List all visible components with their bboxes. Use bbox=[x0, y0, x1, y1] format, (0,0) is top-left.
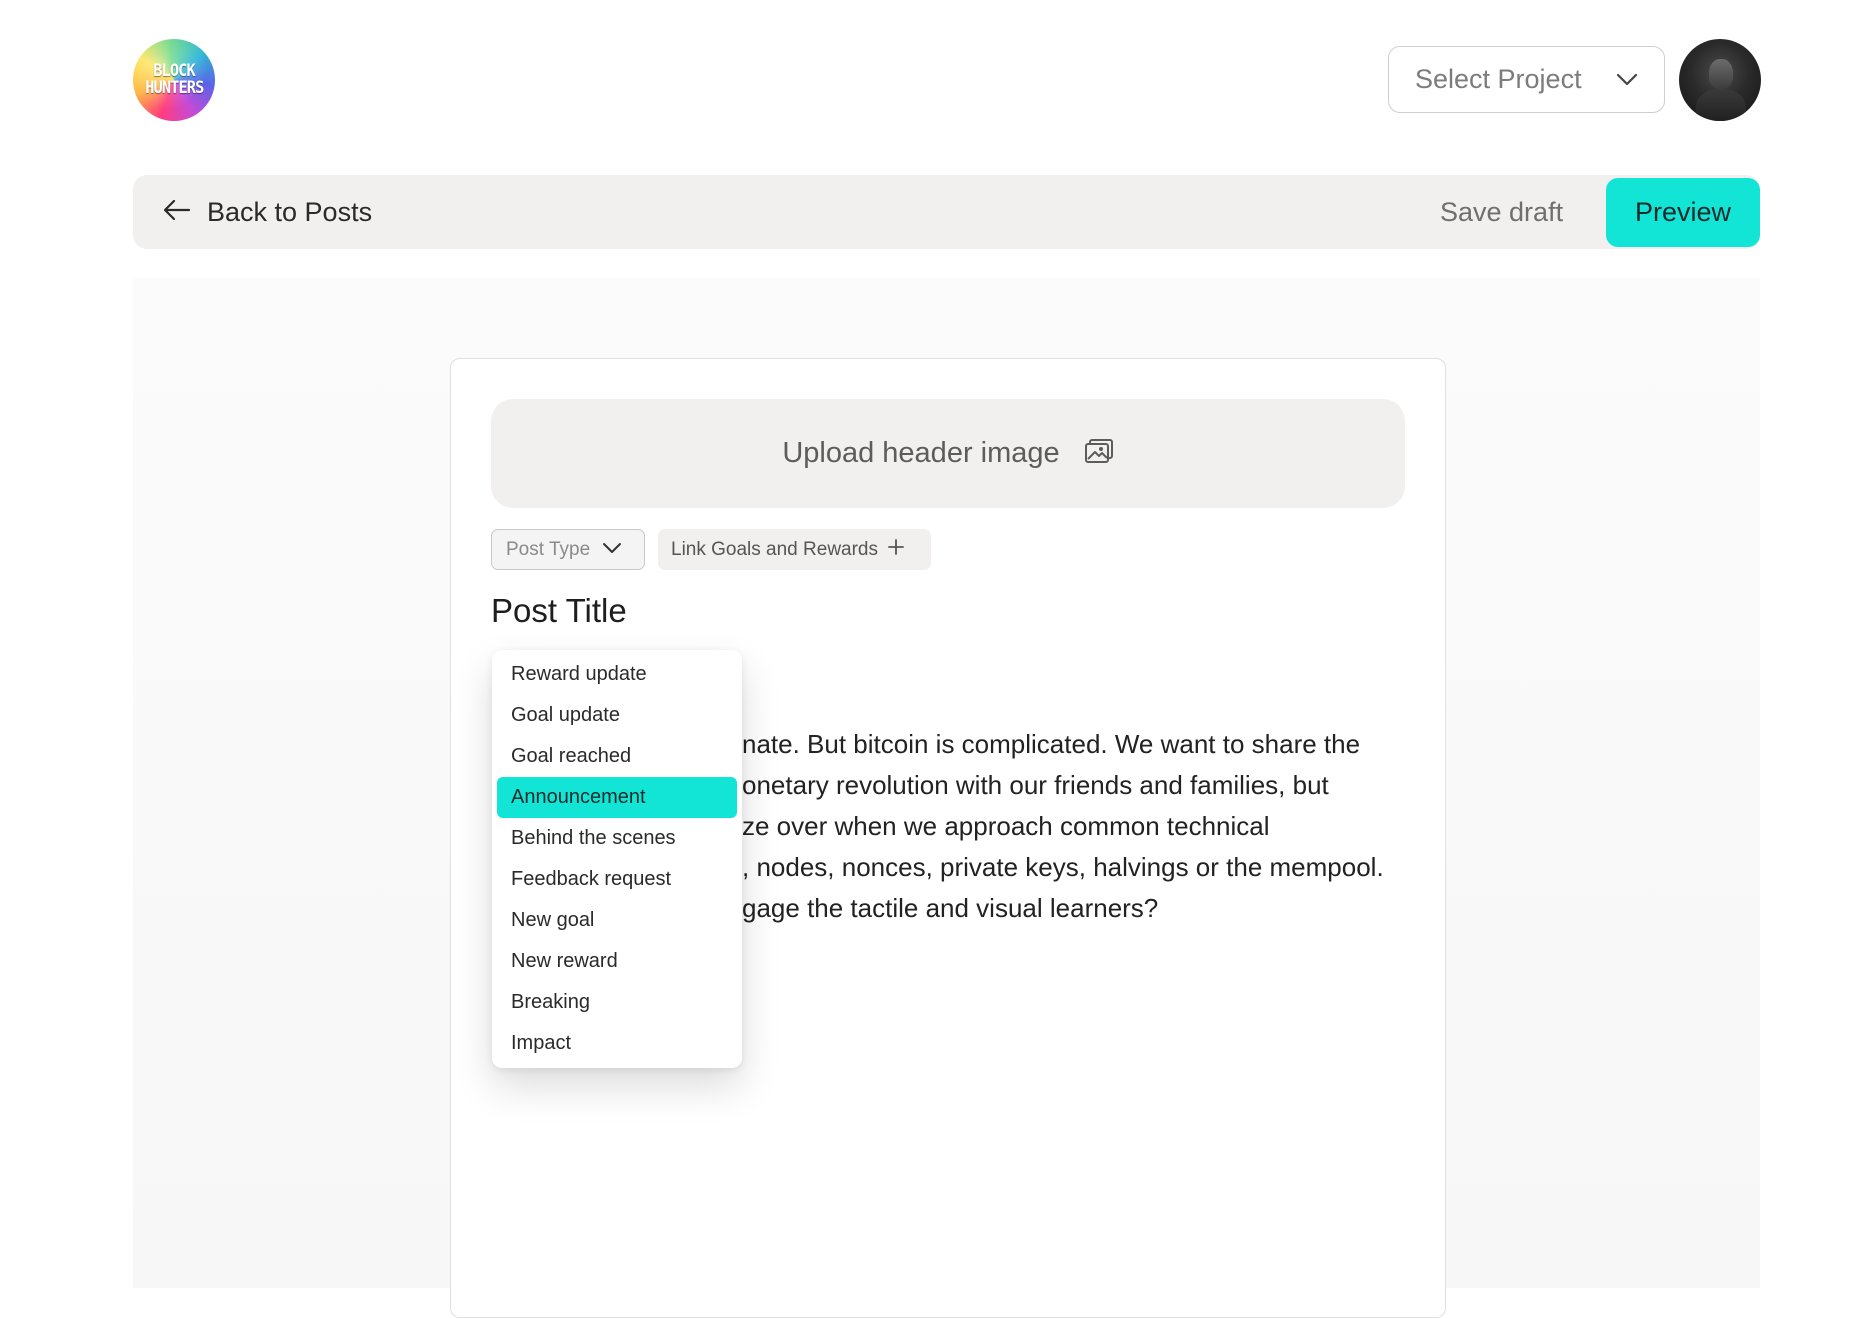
back-to-posts-link[interactable]: Back to Posts bbox=[163, 175, 372, 249]
post-title-field[interactable]: Post Title bbox=[491, 592, 627, 630]
body-text-line: onetary revolution with our friends and … bbox=[742, 770, 1329, 800]
image-icon bbox=[1084, 438, 1114, 469]
post-type-dropdown[interactable]: Post Type bbox=[491, 529, 645, 570]
save-draft-button[interactable]: Save draft bbox=[1440, 175, 1563, 249]
body-text-line: gage the tactile and visual learners? bbox=[742, 893, 1159, 923]
body-text-line: , nodes, nonces, private keys, halvings … bbox=[742, 852, 1384, 882]
plus-icon bbox=[888, 539, 904, 560]
upload-header-image-button[interactable]: Upload header image bbox=[491, 399, 1405, 508]
preview-button[interactable]: Preview bbox=[1606, 178, 1760, 247]
back-to-posts-label: Back to Posts bbox=[207, 196, 373, 227]
brand-logo[interactable]: BLOCK HUNTERS bbox=[133, 39, 215, 121]
link-goals-rewards-label: Link Goals and Rewards bbox=[671, 538, 878, 560]
avatar-silhouette-body bbox=[1696, 89, 1746, 121]
menu-item-breaking[interactable]: Breaking bbox=[497, 982, 737, 1023]
avatar-silhouette-face bbox=[1709, 59, 1733, 89]
arrow-left-icon bbox=[163, 199, 191, 226]
post-body-editor[interactable]: nate. But bitcoin is complicated. We wan… bbox=[742, 724, 1422, 929]
chevron-down-icon bbox=[1616, 73, 1638, 87]
editor-toolbar: Back to Posts Save draft Preview bbox=[133, 175, 1760, 249]
body-text-line: nate. But bitcoin is complicated. We wan… bbox=[742, 729, 1361, 759]
menu-item-impact[interactable]: Impact bbox=[497, 1023, 737, 1064]
menu-item-feedback-request[interactable]: Feedback request bbox=[497, 859, 737, 900]
menu-item-behind-the-scenes[interactable]: Behind the scenes bbox=[497, 818, 737, 859]
menu-item-reward-update[interactable]: Reward update bbox=[497, 654, 737, 695]
menu-item-new-reward[interactable]: New reward bbox=[497, 941, 737, 982]
menu-item-new-goal[interactable]: New goal bbox=[497, 900, 737, 941]
body-text-line: ze over when we approach common technica… bbox=[742, 811, 1270, 841]
post-type-menu: Reward update Goal update Goal reached A… bbox=[492, 650, 742, 1068]
brand-logo-text: BLOCK HUNTERS bbox=[145, 61, 204, 98]
menu-item-goal-reached[interactable]: Goal reached bbox=[497, 736, 737, 777]
menu-item-goal-update[interactable]: Goal update bbox=[497, 695, 737, 736]
chevron-down-icon bbox=[602, 541, 622, 559]
user-avatar[interactable] bbox=[1679, 39, 1761, 121]
select-project-dropdown[interactable]: Select Project bbox=[1388, 46, 1665, 113]
link-goals-rewards-button[interactable]: Link Goals and Rewards bbox=[658, 529, 931, 570]
post-type-label: Post Type bbox=[506, 538, 591, 560]
select-project-label: Select Project bbox=[1415, 64, 1582, 94]
menu-item-announcement[interactable]: Announcement bbox=[497, 777, 737, 818]
upload-header-image-label: Upload header image bbox=[782, 437, 1060, 469]
